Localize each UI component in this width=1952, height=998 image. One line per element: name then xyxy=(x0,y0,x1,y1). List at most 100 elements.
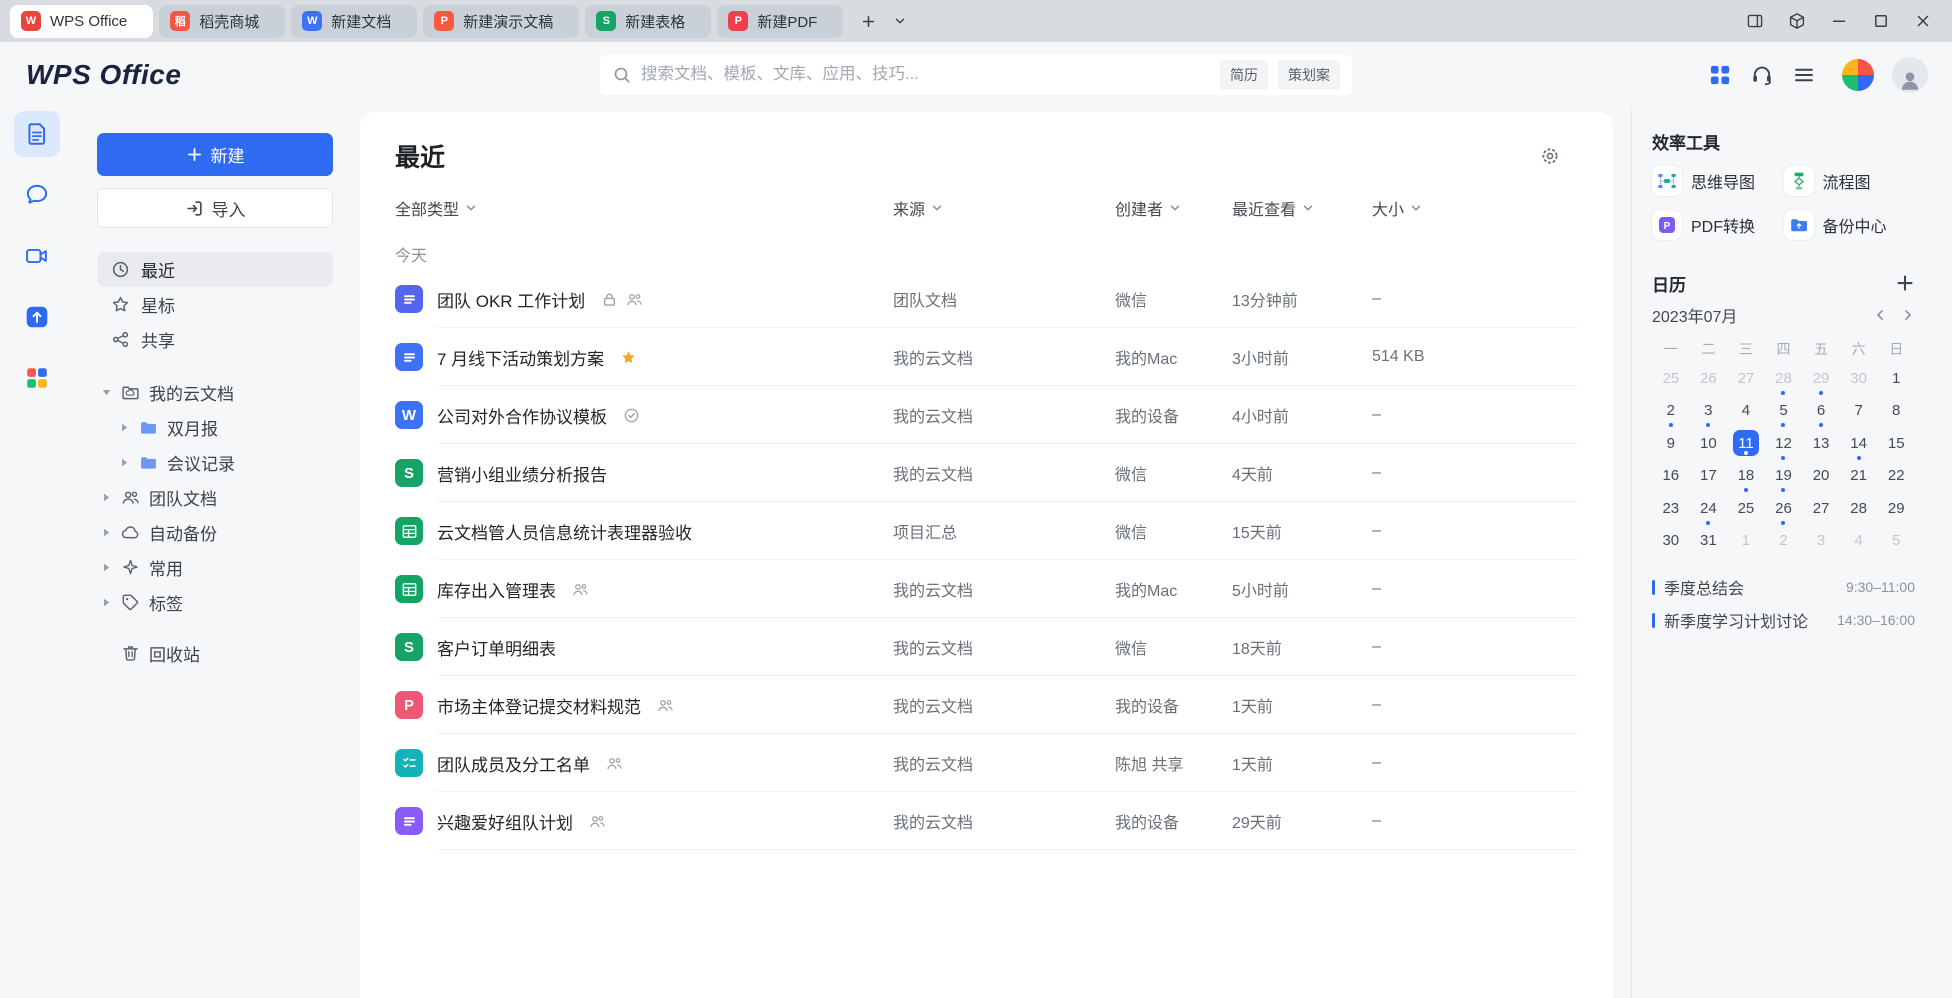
file-row[interactable]: W公司对外合作协议模板我的云文档我的设备4小时前– xyxy=(395,386,1578,444)
window-tab[interactable]: P新建演示文稿 xyxy=(423,5,579,38)
file-row[interactable]: S客户订单明细表我的云文档微信18天前– xyxy=(395,618,1578,676)
calendar-day[interactable]: 3 xyxy=(1802,528,1840,561)
package-button[interactable] xyxy=(1776,0,1818,42)
search-input[interactable] xyxy=(641,65,1211,84)
calendar-day[interactable]: 2 xyxy=(1652,398,1690,431)
calendar-day[interactable]: 21 xyxy=(1840,463,1878,496)
calendar-day[interactable]: 30 xyxy=(1652,528,1690,561)
caret-down-icon[interactable] xyxy=(101,387,112,398)
window-tab[interactable]: W新建文档 xyxy=(291,5,417,38)
calendar-day[interactable]: 25 xyxy=(1727,495,1765,528)
sidebar-item-trash[interactable]: 回收站 xyxy=(97,636,333,671)
tree-item[interactable]: 团队文档 xyxy=(97,480,333,515)
tree-item[interactable]: 标签 xyxy=(97,585,333,620)
calendar-event[interactable]: 季度总结会9:30–11:00 xyxy=(1652,574,1915,600)
tree-item[interactable]: 我的云文档 xyxy=(97,375,333,410)
user-avatar[interactable] xyxy=(1892,57,1928,93)
rail-item-messages[interactable] xyxy=(14,172,60,218)
filter-size[interactable]: 大小 xyxy=(1372,196,1422,220)
new-tab-button[interactable] xyxy=(853,6,883,36)
calendar-day[interactable]: 17 xyxy=(1690,463,1728,496)
panel-button[interactable] xyxy=(1734,0,1776,42)
calendar-day[interactable]: 1 xyxy=(1727,528,1765,561)
calendar-day[interactable]: 3 xyxy=(1690,398,1728,431)
file-row[interactable]: 7 月线下活动策划方案我的云文档我的Mac3小时前514 KB xyxy=(395,328,1578,386)
calendar-day[interactable]: 14 xyxy=(1840,430,1878,463)
file-row[interactable]: S营销小组业绩分析报告我的云文档微信4天前– xyxy=(395,444,1578,502)
window-tab[interactable]: S新建表格 xyxy=(585,5,711,38)
window-tab[interactable]: WWPS Office xyxy=(10,5,153,38)
file-row[interactable]: 云文档管人员信息统计表理器验收项目汇总微信15天前– xyxy=(395,502,1578,560)
calendar-day[interactable]: 15 xyxy=(1877,430,1915,463)
calendar-day[interactable]: 19 xyxy=(1765,463,1803,496)
tree-item[interactable]: 双月报 xyxy=(97,410,333,445)
sidebar-item-clock[interactable]: 最近 xyxy=(97,252,333,287)
calendar-day[interactable]: 13 xyxy=(1802,430,1840,463)
calendar-day[interactable]: 20 xyxy=(1802,463,1840,496)
caret-right-icon[interactable] xyxy=(119,457,130,468)
calendar-day[interactable]: 27 xyxy=(1802,495,1840,528)
tab-list-button[interactable] xyxy=(885,6,915,36)
calendar-day[interactable]: 26 xyxy=(1690,365,1728,398)
calendar-day[interactable]: 25 xyxy=(1652,365,1690,398)
sidebar-item-star[interactable]: 星标 xyxy=(97,287,333,322)
calendar-day[interactable]: 22 xyxy=(1877,463,1915,496)
caret-right-icon[interactable] xyxy=(101,527,112,538)
close-button[interactable] xyxy=(1902,0,1944,42)
caret-right-icon[interactable] xyxy=(101,562,112,573)
search-tag[interactable]: 策划案 xyxy=(1278,60,1340,90)
tool-flowchart[interactable]: 流程图 xyxy=(1784,166,1916,196)
calendar-day[interactable]: 1 xyxy=(1877,365,1915,398)
tree-item[interactable]: 自动备份 xyxy=(97,515,333,550)
filter-creator[interactable]: 创建者 xyxy=(1115,196,1181,220)
tool-pdf-convert[interactable]: PPDF转换 xyxy=(1652,210,1784,240)
calendar-day[interactable]: 5 xyxy=(1877,528,1915,561)
calendar-day[interactable]: 10 xyxy=(1690,430,1728,463)
calendar-day[interactable]: 5 xyxy=(1765,398,1803,431)
calendar-day[interactable]: 27 xyxy=(1727,365,1765,398)
calendar-day[interactable]: 8 xyxy=(1877,398,1915,431)
add-schedule-button[interactable] xyxy=(1895,273,1915,293)
list-settings-gear-icon[interactable] xyxy=(1540,146,1560,166)
calendar-day[interactable]: 18 xyxy=(1727,463,1765,496)
calendar-day[interactable]: 6 xyxy=(1802,398,1840,431)
rail-item-meeting[interactable] xyxy=(14,233,60,279)
apps-grid-icon[interactable] xyxy=(1708,63,1732,87)
tool-mindmap[interactable]: 思维导图 xyxy=(1652,166,1784,196)
file-row[interactable]: 兴趣爱好组队计划我的云文档我的设备29天前– xyxy=(395,792,1578,850)
file-row[interactable]: 库存出入管理表我的云文档我的Mac5小时前– xyxy=(395,560,1578,618)
wps-member-ball-icon[interactable] xyxy=(1842,59,1874,91)
calendar-next-button[interactable] xyxy=(1901,308,1915,322)
search-tag[interactable]: 简历 xyxy=(1220,60,1268,90)
window-tab[interactable]: P新建PDF xyxy=(717,5,843,38)
new-document-button[interactable]: 新建 xyxy=(97,133,333,176)
calendar-prev-button[interactable] xyxy=(1873,308,1887,322)
rail-item-apps[interactable] xyxy=(14,355,60,401)
calendar-day[interactable]: 12 xyxy=(1765,430,1803,463)
calendar-day[interactable]: 2 xyxy=(1765,528,1803,561)
rail-item-cloud[interactable] xyxy=(14,294,60,340)
calendar-day[interactable]: 31 xyxy=(1690,528,1728,561)
file-row[interactable]: 团队成员及分工名单我的云文档陈旭 共享1天前– xyxy=(395,734,1578,792)
calendar-day[interactable]: 7 xyxy=(1840,398,1878,431)
import-button[interactable]: 导入 xyxy=(97,188,333,228)
calendar-day[interactable]: 29 xyxy=(1877,495,1915,528)
global-menu-icon[interactable] xyxy=(1792,63,1816,87)
minimize-button[interactable] xyxy=(1818,0,1860,42)
calendar-day[interactable]: 30 xyxy=(1840,365,1878,398)
filter-last-viewed[interactable]: 最近查看 xyxy=(1232,196,1314,220)
maximize-button[interactable] xyxy=(1860,0,1902,42)
calendar-day[interactable]: 16 xyxy=(1652,463,1690,496)
rail-item-docs[interactable] xyxy=(14,111,60,157)
calendar-day[interactable]: 23 xyxy=(1652,495,1690,528)
caret-right-icon[interactable] xyxy=(119,422,130,433)
calendar-day[interactable]: 28 xyxy=(1765,365,1803,398)
calendar-day[interactable]: 9 xyxy=(1652,430,1690,463)
filter-all-types[interactable]: 全部类型 xyxy=(395,196,477,220)
file-row[interactable]: P市场主体登记提交材料规范我的云文档我的设备1天前– xyxy=(395,676,1578,734)
calendar-day[interactable]: 24 xyxy=(1690,495,1728,528)
sidebar-item-share[interactable]: 共享 xyxy=(97,322,333,357)
calendar-day[interactable]: 4 xyxy=(1840,528,1878,561)
tool-backup-center[interactable]: 备份中心 xyxy=(1784,210,1916,240)
caret-right-icon[interactable] xyxy=(101,597,112,608)
